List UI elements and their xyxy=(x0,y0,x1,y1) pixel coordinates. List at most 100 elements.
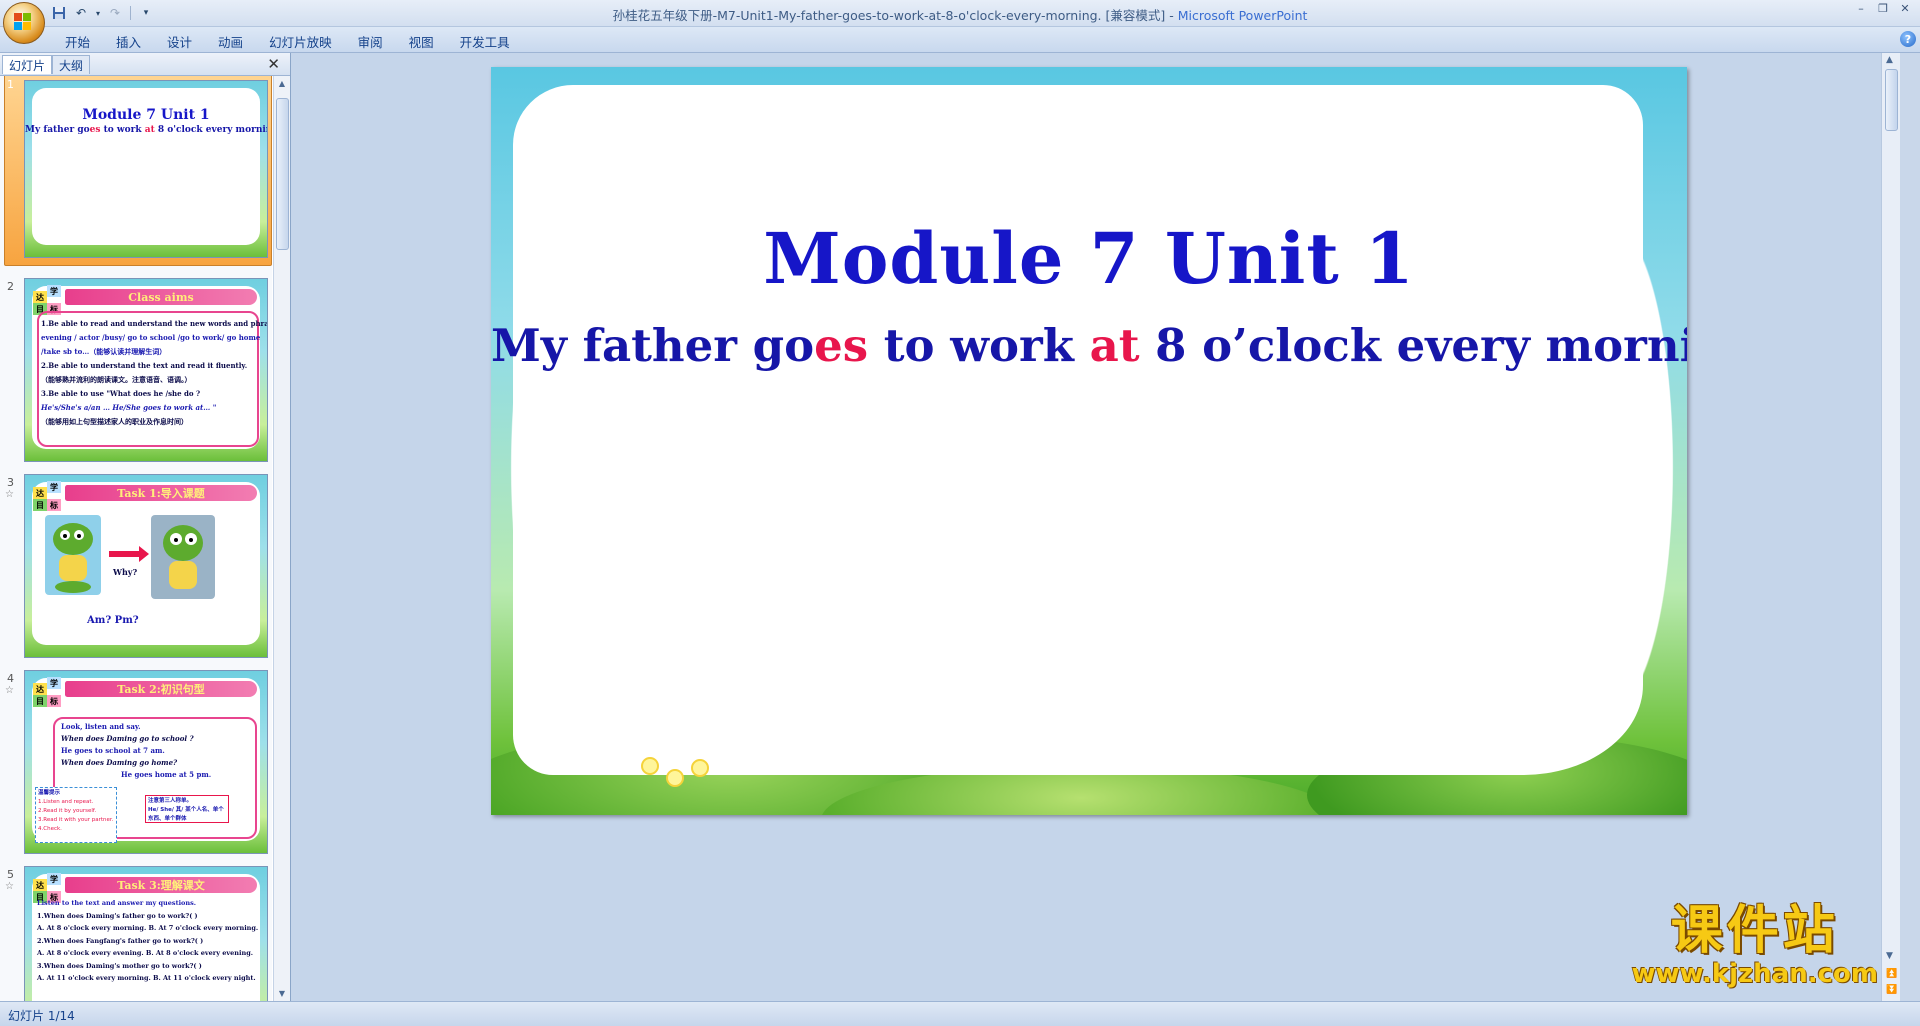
body-line: A. At 8 o'clock every morning. B. At 7 o… xyxy=(37,924,259,932)
slide-subtitle[interactable]: My father goes to work at 8 o’clock ever… xyxy=(491,319,1687,372)
tab-slideshow[interactable]: 幻灯片放映 xyxy=(256,30,345,53)
note-box: 注意第三人称单。 He/ She/ 其/ 某个人名、单个东西、单个群体 xyxy=(145,795,229,823)
tips-line: 3.Read it with your partner. xyxy=(38,817,114,823)
tips-box: 温馨提示 1.Listen and repeat. 2.Read it by y… xyxy=(35,787,117,843)
subtitle-text: 8 o'clock every morning. xyxy=(157,125,267,135)
tab-slides[interactable]: 幻灯片 xyxy=(2,55,53,74)
tips-title: 温馨提示 xyxy=(38,790,61,796)
slide-number: 4 xyxy=(7,672,14,685)
slide-scrollbar[interactable]: ▲ ▼ ⏫ ⏬ xyxy=(1881,53,1900,1001)
slide-number: 2 xyxy=(7,280,14,293)
animation-star-icon: ☆ xyxy=(5,489,14,500)
pane-tabs: 幻灯片 大纲 ✕ xyxy=(0,53,290,76)
thumb-title: Module 7 Unit 1 xyxy=(82,107,210,123)
thumbnail-scrollbar[interactable]: ▲ ▼ xyxy=(273,76,290,1001)
slide-body: Listen to the text and answer my questio… xyxy=(37,897,258,985)
scroll-up-icon[interactable]: ▲ xyxy=(1886,55,1893,65)
body-line: 3.Be able to use "What does he /she do ? xyxy=(41,389,201,398)
app-name: Microsoft PowerPoint xyxy=(1177,8,1308,23)
watermark-text: 课件站 xyxy=(1670,901,1839,961)
subtitle-text: to work xyxy=(868,319,1090,372)
scroll-thumb[interactable] xyxy=(1885,69,1898,131)
body-line: /take sb to…（能够认读并理解生词） xyxy=(41,347,167,356)
title-bar: ↶ ▾ ↷ ▾ 孙桂花五年级下册-M7-Unit1-My-father-goes… xyxy=(0,0,1920,44)
subtitle-text: My father go xyxy=(491,319,815,372)
alien-image-1 xyxy=(45,515,101,595)
body-line: Listen to the text and answer my questio… xyxy=(37,899,197,907)
why-label: Why? xyxy=(113,567,138,577)
slide-preview: 达学目标 Class aims 1.Be able to read and un… xyxy=(24,278,268,462)
status-bar: 幻灯片 1/14 xyxy=(0,1001,1920,1026)
slide-thumbnail-5[interactable]: 5 ☆ 达学目标 Task 3:理解课文 Listen to the text … xyxy=(0,866,272,1001)
ampm-label: Am? Pm? xyxy=(87,615,139,626)
tips-line: 4.Check. xyxy=(38,826,62,832)
close-button[interactable]: ✕ xyxy=(1894,0,1916,16)
slide-title[interactable]: Module 7 Unit 1 xyxy=(491,217,1687,300)
office-button[interactable] xyxy=(3,2,45,44)
body-line: 1.Be able to read and understand the new… xyxy=(41,319,268,328)
slide-header: Task 2:初识句型 xyxy=(65,681,257,697)
previous-slide-icon[interactable]: ⏫ xyxy=(1886,969,1897,979)
slide-preview: 达学目标 Task 2:初识句型 Look, listen and say. W… xyxy=(24,670,268,854)
body-line: A. At 11 o'clock every morning. B. At 11… xyxy=(37,974,256,982)
slide-thumbnail-list: 1 Module 7 Unit 1 My father goes to work… xyxy=(0,76,272,1001)
tips-line: 2.Read it by yourself. xyxy=(38,808,97,814)
tab-design[interactable]: 设计 xyxy=(154,30,205,53)
arrow-icon xyxy=(109,551,143,557)
scroll-thumb[interactable] xyxy=(276,98,289,250)
tab-view[interactable]: 视图 xyxy=(396,30,447,53)
tab-developer[interactable]: 开发工具 xyxy=(447,30,523,53)
window-title: 孙桂花五年级下册-M7-Unit1-My-father-goes-to-work… xyxy=(0,5,1920,24)
slide-preview: 达学目标 Task 1:导入课题 Why? Am? Pm? xyxy=(24,474,268,658)
watermark-url: www.kjzhan.com xyxy=(1631,959,1878,989)
body-line: He goes to school at 7 am. xyxy=(61,746,165,755)
slide-preview: Module 7 Unit 1 My father goes to work a… xyxy=(24,80,268,258)
animation-star-icon: ☆ xyxy=(5,685,14,696)
ribbon-tabs: 开始 插入 设计 动画 幻灯片放映 审阅 视图 开发工具 xyxy=(52,30,523,53)
tab-outline[interactable]: 大纲 xyxy=(52,55,91,74)
pane-close-icon[interactable]: ✕ xyxy=(267,55,280,73)
flower-icon xyxy=(691,759,709,777)
slide-thumbnail-4[interactable]: 4 ☆ 达学目标 Task 2:初识句型 Look, listen and sa… xyxy=(0,670,272,860)
slide-number: 3 xyxy=(7,476,14,489)
document-title: 孙桂花五年级下册-M7-Unit1-My-father-goes-to-work… xyxy=(612,8,1166,23)
scroll-up-icon[interactable]: ▲ xyxy=(277,79,287,88)
body-line: evening / actor /busy/ go to school /go … xyxy=(41,333,261,342)
body-line: 1.When does Daming's father go to work?(… xyxy=(37,911,198,920)
tab-animations[interactable]: 动画 xyxy=(205,30,256,53)
next-slide-icon[interactable]: ⏬ xyxy=(1886,985,1897,995)
subtitle-highlight: es xyxy=(814,319,869,372)
flower-icon xyxy=(666,769,684,787)
subtitle-highlight: es xyxy=(89,125,101,135)
help-icon[interactable]: ? xyxy=(1900,31,1916,47)
slide-thumbnail-3[interactable]: 3 ☆ 达学目标 Task 1:导入课题 Why? Am? Pm? xyxy=(0,474,272,664)
body-line: When does Daming go home? xyxy=(61,758,178,767)
note-line: He/ She/ 其/ 某个人名、单个东西、单个群体 xyxy=(148,807,224,822)
restore-button[interactable]: ❐ xyxy=(1872,0,1894,16)
slide-number: 5 xyxy=(7,868,14,881)
body-line: 3.When does Daming's mother go to work?(… xyxy=(37,961,202,970)
flower-icon xyxy=(641,757,659,775)
slide-header: Task 1:导入课题 xyxy=(65,485,257,501)
current-slide[interactable]: Module 7 Unit 1 My father goes to work a… xyxy=(491,67,1687,815)
subtitle-text: 8 o’clock every morning. xyxy=(1155,319,1687,372)
body-line: 2.When does Fangfang's father go to work… xyxy=(37,936,204,945)
tab-insert[interactable]: 插入 xyxy=(103,30,154,53)
slide-thumbnail-1[interactable]: 1 Module 7 Unit 1 My father goes to work… xyxy=(0,76,272,272)
note-line: 注意第三人称单。 xyxy=(148,798,193,804)
subtitle-text: My father go xyxy=(25,125,90,135)
watermark-logo: 课件站 www.kjzhan.com xyxy=(1632,903,1878,989)
body-line: （能够熟并流利的朗读课文。注意语音、语调。） xyxy=(41,375,192,384)
tab-home[interactable]: 开始 xyxy=(52,30,103,53)
scroll-down-icon[interactable]: ▼ xyxy=(1886,951,1893,961)
slide-thumbnail-2[interactable]: 2 达学目标 Class aims 1.Be able to read and … xyxy=(0,278,272,468)
minimize-button[interactable]: – xyxy=(1850,0,1872,16)
tab-review[interactable]: 审阅 xyxy=(345,30,396,53)
body-line: Look, listen and say. xyxy=(61,722,141,731)
slide-body: Look, listen and say. When does Daming g… xyxy=(61,721,211,781)
slide-counter: 幻灯片 1/14 xyxy=(8,1009,75,1023)
scroll-down-icon[interactable]: ▼ xyxy=(277,989,287,998)
tips-line: 1.Listen and repeat. xyxy=(38,799,94,805)
slide-header: Class aims xyxy=(65,289,257,305)
slide-body: 1.Be able to read and understand the new… xyxy=(41,317,268,429)
